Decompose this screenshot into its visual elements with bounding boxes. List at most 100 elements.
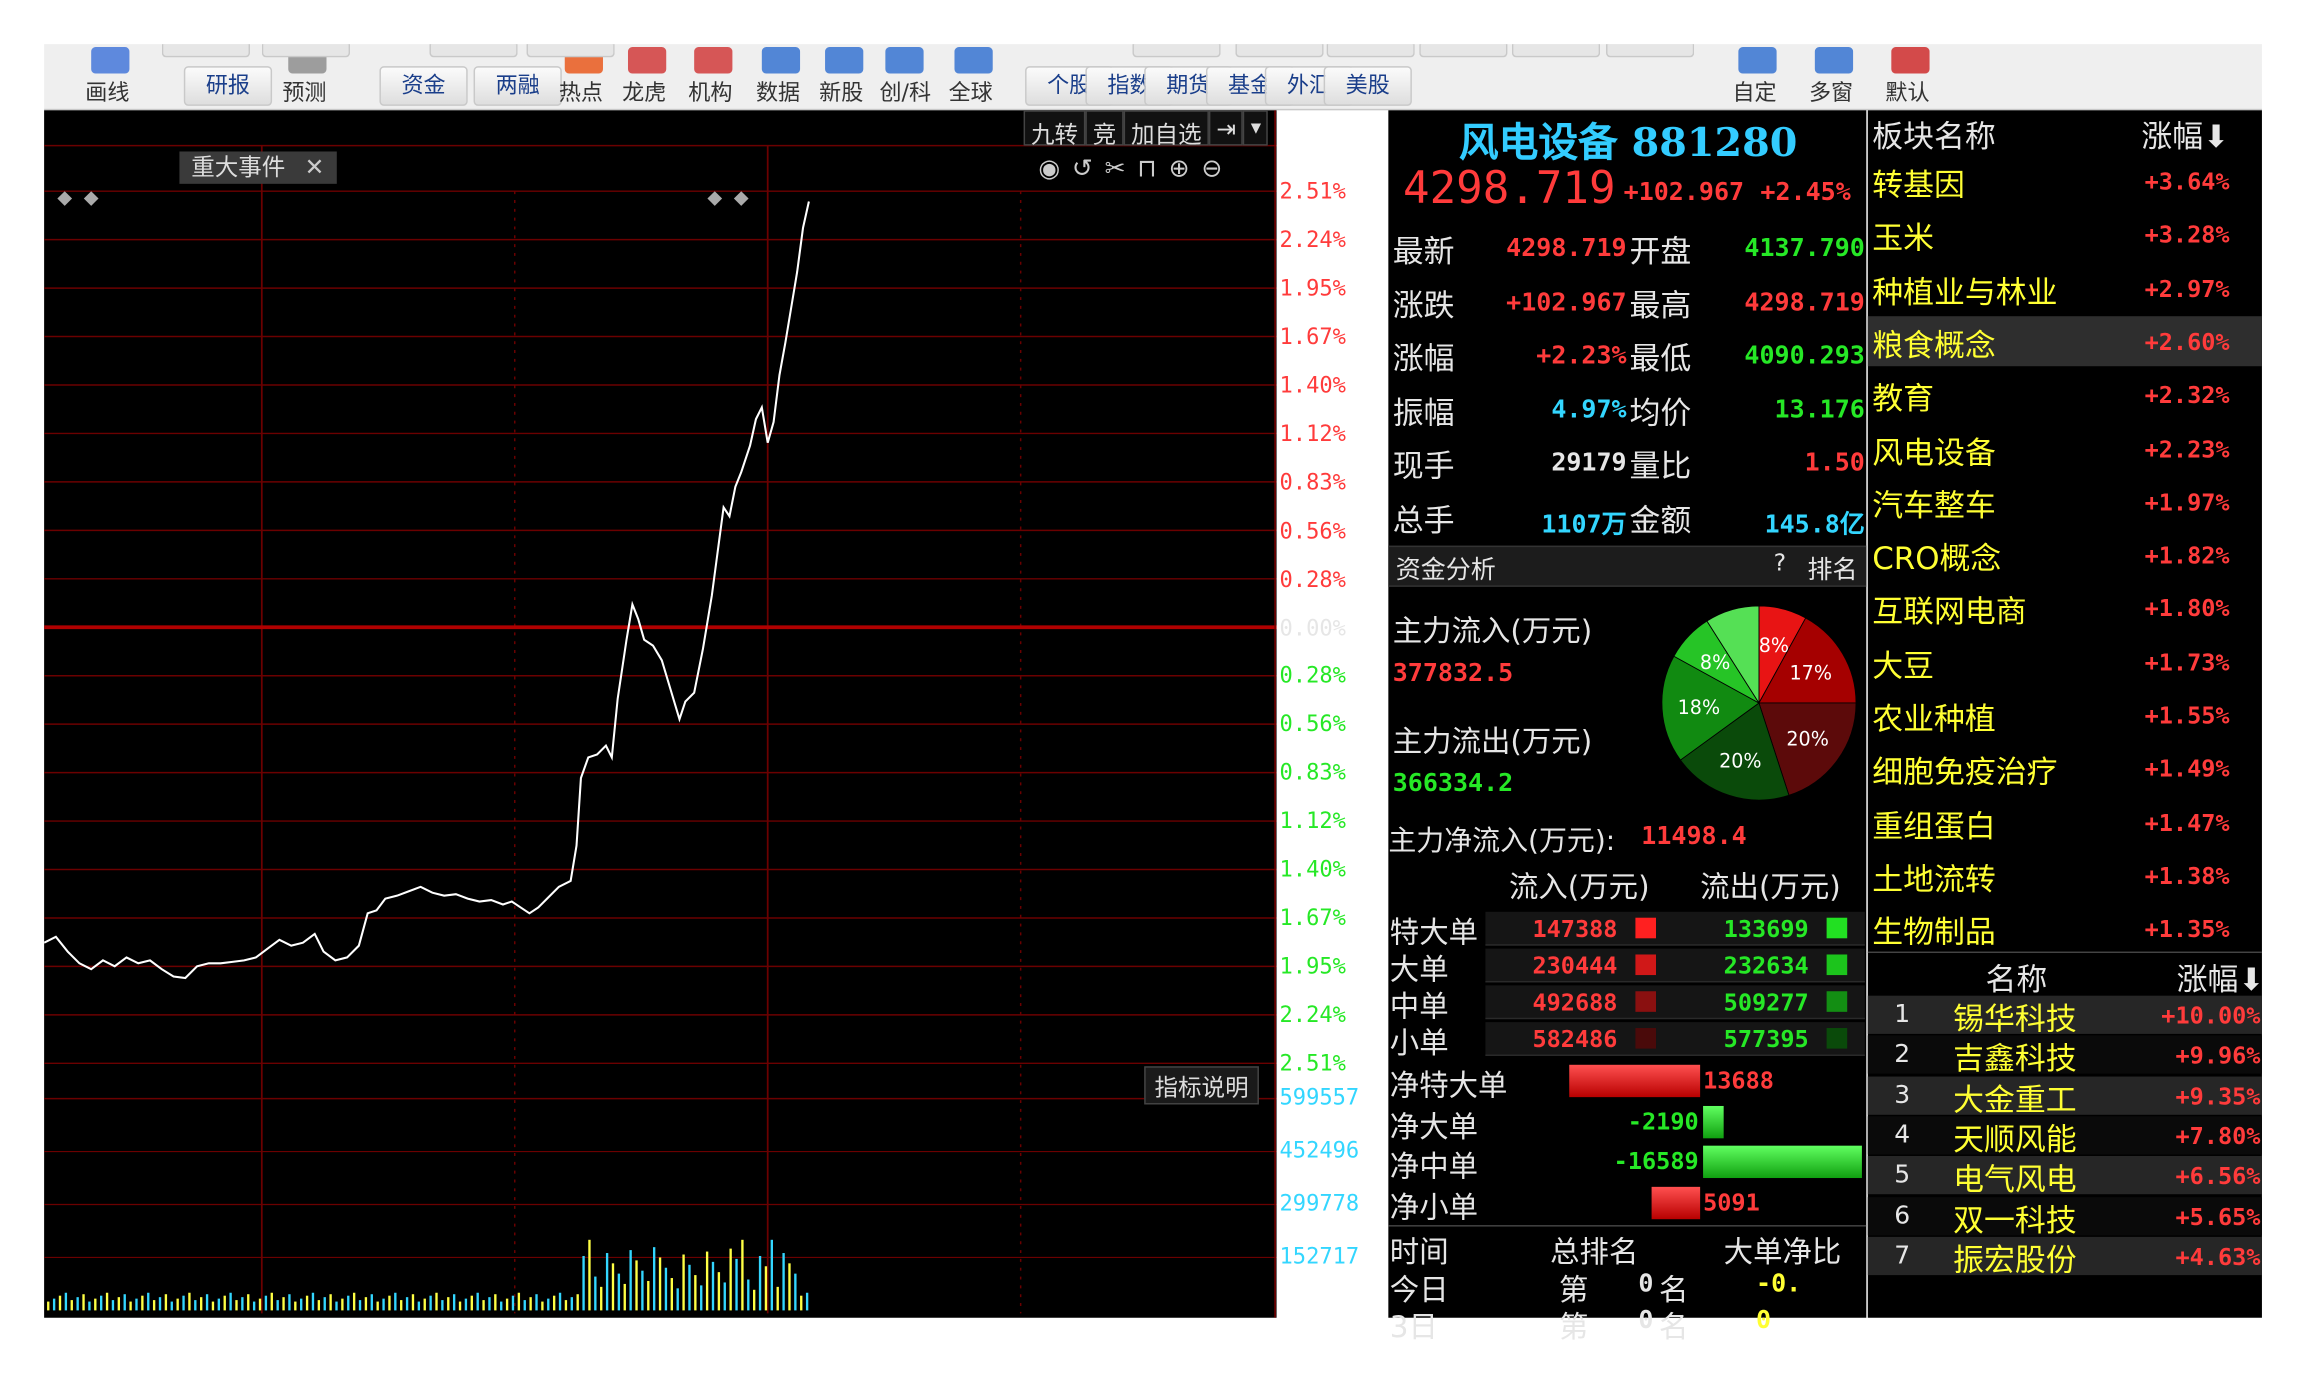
toolbar-icon-19[interactable] <box>1814 47 1854 74</box>
sector-row[interactable]: 转基因 +3.64% <box>1868 156 2262 206</box>
volume-bar <box>82 1294 85 1311</box>
close-icon[interactable]: ✕ <box>305 153 325 181</box>
event-tab-label: 重大事件 <box>191 152 286 181</box>
zoom-out-icon[interactable]: ⊖ <box>1201 154 1222 183</box>
toolbar-label-10[interactable]: 创/科 <box>879 76 931 107</box>
toolbar-label-11[interactable]: 全球 <box>949 76 993 107</box>
toolbar-button-4[interactable]: 两融 <box>473 66 562 106</box>
toolbar-top-stub-1[interactable] <box>261 44 351 58</box>
toolbar-icon-9[interactable] <box>825 47 864 74</box>
scissors-icon[interactable]: ✂ <box>1105 154 1126 183</box>
sector-header-name[interactable]: 板块名称 <box>1872 113 1996 157</box>
toolbar-label-0[interactable]: 画线 <box>85 76 129 107</box>
toolbar-label-19[interactable]: 多窗 <box>1809 76 1853 107</box>
undo-icon[interactable]: ↺ <box>1072 154 1093 183</box>
volume-bar <box>511 1295 515 1311</box>
sector-row[interactable]: 农业种植 +1.55% <box>1868 690 2262 740</box>
sector-row[interactable]: 土地流转 +1.38% <box>1868 850 2262 900</box>
sector-row[interactable]: 种植业与林业 +2.97% <box>1868 263 2262 313</box>
sector-row[interactable]: 互联网电商 +1.80% <box>1868 583 2262 633</box>
auction-button[interactable]: 竞 <box>1085 110 1124 149</box>
toolbar-top-stub-3[interactable] <box>526 44 615 58</box>
indicator-note-button[interactable]: 指标说明 <box>1144 1066 1259 1105</box>
toolbar-icon-0[interactable] <box>91 47 130 74</box>
add-watchlist-button[interactable]: 加自选 <box>1123 110 1209 149</box>
toolbar-button-17[interactable]: 美股 <box>1323 66 1412 106</box>
toolbar-label-9[interactable]: 新股 <box>819 76 863 107</box>
toolbar-icon-11[interactable] <box>954 47 993 74</box>
zoom-in-icon[interactable]: ⊕ <box>1169 154 1190 183</box>
jiuzhuan-button[interactable]: 九转 <box>1023 110 1086 149</box>
fund-rank-button[interactable]: 排名 <box>1807 549 1857 585</box>
toolbar-top-stub-6[interactable] <box>1326 44 1415 58</box>
toolbar-button-1[interactable]: 研报 <box>183 66 273 106</box>
volume-bar <box>758 1255 762 1311</box>
sector-row[interactable]: 重组蛋白 +1.47% <box>1868 797 2262 847</box>
stock-row[interactable]: 6 双一科技 +5.65% <box>1867 1196 2262 1238</box>
toolbar-icon-20[interactable] <box>1891 47 1930 74</box>
sector-row[interactable]: 大豆 +1.73% <box>1868 636 2262 686</box>
toolbar-top-stub-0[interactable] <box>161 44 251 58</box>
toolbar-label-2[interactable]: 预测 <box>282 76 326 107</box>
sector-row[interactable]: 汽车整车 +1.97% <box>1868 476 2262 526</box>
volume-bar <box>300 1298 303 1311</box>
toolbar-label-6[interactable]: 龙虎 <box>622 76 666 107</box>
event-marker-1[interactable] <box>83 191 99 206</box>
sector-row[interactable]: 粮食概念 +2.60% <box>1867 316 2262 367</box>
volume-bar <box>564 1300 568 1311</box>
sector-row[interactable]: CRO概念 +1.82% <box>1868 530 2262 580</box>
toolbar-icon-6[interactable] <box>627 47 667 74</box>
fund-help-button[interactable]: ? <box>1774 549 1787 577</box>
stock-row[interactable]: 5 电气风电 +6.56% <box>1867 1156 2262 1197</box>
volume-bar <box>788 1263 791 1311</box>
pct-label: 0.00% <box>1279 614 1346 641</box>
stock-row[interactable]: 1 锡华科技 +10.00% <box>1867 995 2262 1037</box>
net-row-value: -16589 <box>1613 1147 1699 1176</box>
toolbar-icon-10[interactable] <box>885 47 924 74</box>
sector-row[interactable]: 教育 +2.32% <box>1868 369 2262 419</box>
toolbar-label-8[interactable]: 数据 <box>756 76 800 107</box>
toolbar-label-7[interactable]: 机构 <box>688 76 732 107</box>
sector-row[interactable]: 生物制品 +1.35% <box>1868 903 2262 953</box>
event-marker-3[interactable] <box>733 191 749 206</box>
stock-row[interactable]: 3 大金重工 +9.35% <box>1867 1075 2262 1117</box>
toolbar-label-18[interactable]: 自定 <box>1732 76 1776 107</box>
event-tab[interactable]: 重大事件 ✕ <box>179 151 337 184</box>
sector-row[interactable]: 玉米 +3.28% <box>1868 209 2262 259</box>
sector-row[interactable]: 细胞免疫治疗 +1.49% <box>1868 743 2262 793</box>
stock-row[interactable]: 7 振宏股份 +4.63% <box>1867 1236 2262 1278</box>
stock-row[interactable]: 4 天顺风能 +7.80% <box>1867 1116 2262 1157</box>
lock-icon[interactable]: ⊓ <box>1137 154 1157 183</box>
event-marker-2[interactable] <box>707 191 723 206</box>
expand-icon[interactable]: ⇥ <box>1208 110 1244 146</box>
toolbar-label-20[interactable]: 默认 <box>1885 76 1929 107</box>
eye-icon[interactable]: ◉ <box>1038 154 1060 183</box>
toolbar-top-stub-8[interactable] <box>1511 44 1601 58</box>
toolbar-top-stub-2[interactable] <box>429 44 518 58</box>
toolbar-top-stub-9[interactable] <box>1606 44 1695 58</box>
toolbar-button-3[interactable]: 资金 <box>379 66 468 106</box>
pie-slice-label: 20% <box>1719 750 1761 773</box>
security-title: 风电设备 881280 <box>1459 110 1797 167</box>
toolbar-label-5[interactable]: 热点 <box>559 76 603 107</box>
stock-name: 双一科技 <box>1953 1202 2077 1238</box>
sector-header-pct[interactable]: 涨幅⬇ <box>2141 113 2229 157</box>
volume-bar <box>235 1300 238 1311</box>
event-marker-0[interactable] <box>57 191 73 206</box>
toolbar-icon-8[interactable] <box>761 47 801 74</box>
chevron-down-icon[interactable]: ▾ <box>1243 110 1269 146</box>
stock-row[interactable]: 2 吉鑫科技 +9.96% <box>1867 1035 2262 1077</box>
volume-bar <box>141 1295 144 1311</box>
toolbar-top-stub-5[interactable] <box>1235 44 1324 58</box>
toolbar-top-stub-4[interactable] <box>1132 44 1221 58</box>
sector-row[interactable]: 风电设备 +2.23% <box>1868 423 2262 473</box>
toolbar-icon-18[interactable] <box>1738 47 1777 74</box>
stock-header-name[interactable]: 名称 <box>1985 956 2047 1000</box>
stock-header-pct[interactable]: 涨幅⬇ <box>2177 956 2265 1000</box>
intraday-chart[interactable] <box>44 110 1277 1318</box>
volume-bar <box>229 1292 232 1311</box>
toolbar-top-stub-7[interactable] <box>1419 44 1508 58</box>
sector-name: 玉米 <box>1872 221 1934 257</box>
toolbar-icon-7[interactable] <box>694 47 733 74</box>
fund-analysis-bar: 资金分析 ? 排名 <box>1388 545 1867 587</box>
